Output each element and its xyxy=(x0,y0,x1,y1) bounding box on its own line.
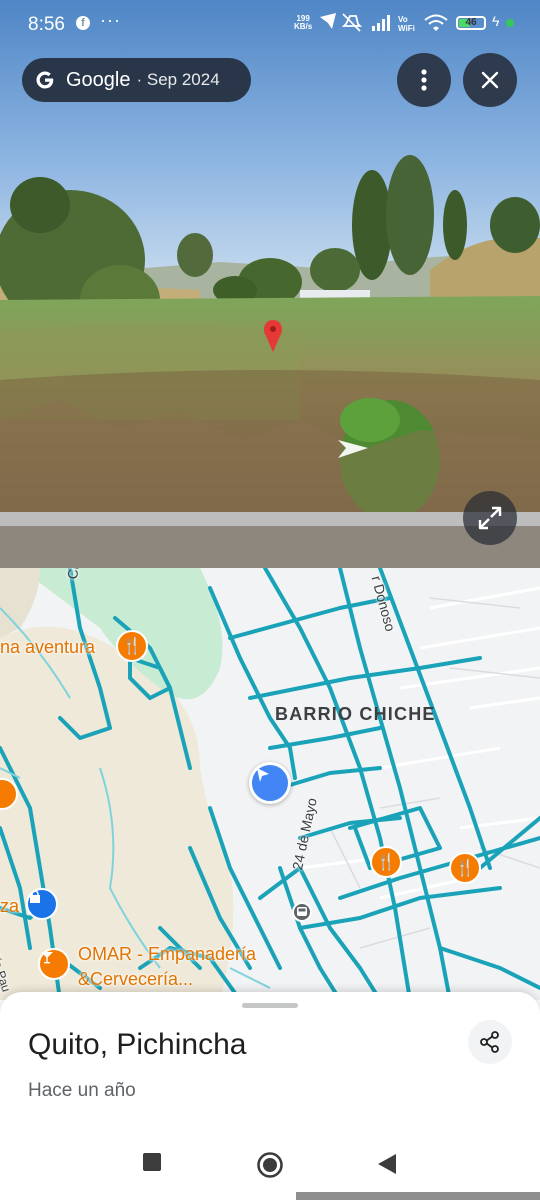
vowifi-bottom: WiFi xyxy=(398,24,415,33)
navigation-arrow-icon xyxy=(257,768,269,782)
signal-icon xyxy=(372,15,390,31)
neighborhood-label: BARRIO CHICHE xyxy=(275,704,436,724)
restaurant-icon: 🍴 xyxy=(122,638,142,655)
bus-stop-icon[interactable] xyxy=(292,902,312,922)
gesture-indicator xyxy=(296,1192,540,1200)
recents-square-icon xyxy=(143,1153,161,1171)
recents-button[interactable] xyxy=(142,1152,162,1177)
shopping-pin[interactable] xyxy=(26,888,58,920)
current-location-marker[interactable] xyxy=(249,762,291,804)
bar-pin[interactable] xyxy=(38,948,70,980)
bar-icon xyxy=(41,952,53,964)
share-icon xyxy=(480,1031,499,1053)
charging-icon: ϟ xyxy=(492,13,500,29)
home-button[interactable] xyxy=(256,1151,284,1184)
restaurant-pin[interactable]: 🍴 xyxy=(116,630,148,662)
back-triangle-icon xyxy=(378,1154,396,1174)
status-bar: 8:56 f ··· 199 KB/s Vo WiFi 46 ϟ xyxy=(0,0,540,48)
vowifi-top: Vo xyxy=(398,15,408,24)
more-notifications-icon: ··· xyxy=(100,10,121,30)
facebook-notification-icon: f xyxy=(76,16,90,30)
network-speed-unit: KB/s xyxy=(294,22,313,31)
place-title: Quito, Pichincha xyxy=(28,1028,247,1061)
poi-label-partial: za xyxy=(0,896,20,916)
close-icon xyxy=(481,71,499,89)
status-icons xyxy=(320,13,390,32)
restaurant-pin-2[interactable]: 🍴 xyxy=(370,846,402,878)
place-bottom-sheet[interactable]: Quito, Pichincha Hace un año xyxy=(0,992,540,1132)
drag-handle[interactable] xyxy=(242,1003,298,1008)
imagery-date: · Sep 2024 xyxy=(136,70,220,89)
privacy-dot xyxy=(506,19,514,27)
imagery-date-chip[interactable]: Google · Sep 2024 xyxy=(22,58,251,102)
wifi-icon xyxy=(424,14,448,31)
place-subtitle: Hace un año xyxy=(28,1080,136,1101)
more-options-button[interactable] xyxy=(397,53,451,107)
poi-label-omar-2[interactable]: &Cervecería... xyxy=(78,969,193,990)
more-vert-icon xyxy=(421,69,427,91)
map-view[interactable]: Chiche r Donoso 24 de Mayo Río Pau BARRI… xyxy=(0,568,540,1000)
app-root: 8:56 f ··· 199 KB/s Vo WiFi 46 ϟ Google … xyxy=(0,0,540,1200)
fullscreen-icon xyxy=(478,506,502,530)
battery-level: 46 xyxy=(465,17,477,28)
close-button[interactable] xyxy=(463,53,517,107)
bus-icon xyxy=(297,907,307,916)
status-time: 8:56 xyxy=(28,14,65,35)
back-button[interactable] xyxy=(376,1152,398,1181)
google-g-icon xyxy=(36,71,54,89)
mute-icon xyxy=(341,13,363,32)
share-button[interactable] xyxy=(468,1020,512,1064)
street-view-panorama[interactable]: 8:56 f ··· 199 KB/s Vo WiFi 46 ϟ Google … xyxy=(0,0,540,568)
restaurant-icon-2: 🍴 xyxy=(376,854,396,871)
poi-label-omar[interactable]: OMAR - Empanadería xyxy=(78,944,256,965)
restaurant-pin-3[interactable]: 🍴 xyxy=(449,852,481,884)
poi-label-aventura[interactable]: na aventura xyxy=(0,637,95,658)
google-brand: Google xyxy=(66,68,131,91)
fullscreen-button[interactable] xyxy=(463,491,517,545)
shopping-bag-icon xyxy=(30,890,40,903)
network-speed: 199 KB/s xyxy=(294,15,312,31)
home-circle-icon xyxy=(257,1152,283,1178)
system-nav-bar xyxy=(0,1132,540,1200)
battery-icon: 46 xyxy=(456,16,486,30)
vowifi-indicator: Vo WiFi xyxy=(398,15,415,33)
location-arrow-icon xyxy=(320,13,336,29)
restaurant-icon-3: 🍴 xyxy=(455,860,475,877)
